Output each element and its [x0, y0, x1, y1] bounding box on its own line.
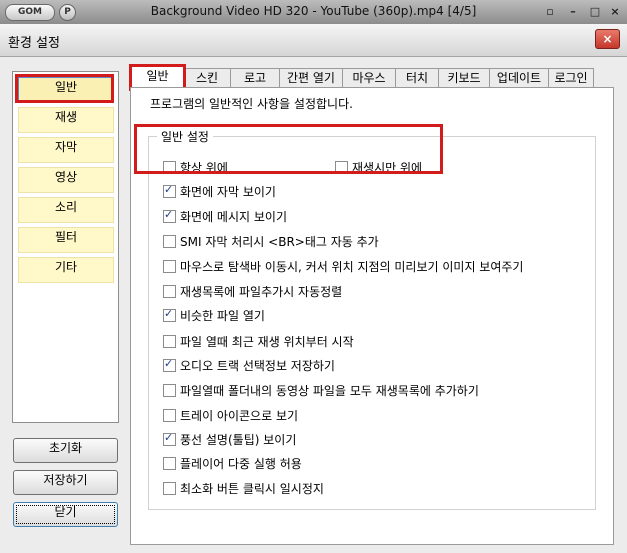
show-messages-checkbox[interactable]: [163, 208, 176, 223]
category-list: 일반 재생 자막 영상 소리 필터 기타: [12, 71, 119, 423]
option-pause-on-minimize[interactable]: 최소화 버튼 클릭시 일시정지: [163, 480, 324, 496]
category-item-playback[interactable]: 재생: [18, 107, 114, 133]
tab-update[interactable]: 업데이트: [489, 68, 549, 88]
option-label: 마우스로 탐색바 이동시, 커서 위치 지점의 미리보기 이미지 보여주기: [180, 260, 524, 274]
pause-on-minimize-checkbox[interactable]: [163, 482, 176, 495]
settings-dialog: 환경 설정 × 일반 재생 자막 영상 소리 필터 기타 초기화 저장하기 닫기…: [0, 24, 627, 553]
option-label: 트레이 아이콘으로 보기: [180, 409, 299, 423]
dialog-title-bar: 환경 설정 ×: [0, 24, 627, 57]
option-label: SMI 자막 처리시 <BR>태그 자동 추가: [180, 235, 379, 249]
show-tooltips-checkbox[interactable]: [163, 431, 176, 446]
show-subtitles-checkbox[interactable]: [163, 183, 176, 198]
option-label: 비슷한 파일 열기: [180, 309, 265, 323]
option-label: 파일열때 폴더내의 동영상 파일을 모두 재생목록에 추가하기: [180, 384, 479, 398]
minimize-icon[interactable]: –: [565, 5, 581, 18]
dialog-close-button[interactable]: ×: [595, 29, 620, 49]
option-label: 플레이어 다중 실행 허용: [180, 457, 302, 471]
option-highlight-box: [134, 124, 443, 174]
dialog-title: 환경 설정: [8, 36, 60, 51]
player-window-title: Background Video HD 320 - YouTube (360p)…: [150, 4, 477, 18]
option-label: 화면에 메시지 보이기: [180, 210, 287, 224]
option-smi-br-tag[interactable]: SMI 자막 처리시 <BR>태그 자동 추가: [163, 233, 379, 249]
resume-playback-checkbox[interactable]: [163, 335, 176, 348]
tab-logo[interactable]: 로고: [230, 68, 280, 88]
option-auto-sort-playlist[interactable]: 재생목록에 파일추가시 자동정렬: [163, 283, 342, 299]
option-resume-playback[interactable]: 파일 열때 최근 재생 위치부터 시작: [163, 333, 354, 349]
reset-button[interactable]: 초기화: [13, 438, 118, 463]
tab-keyboard[interactable]: 키보드: [438, 68, 490, 88]
option-label: 풍선 설명(툴팁) 보이기: [180, 433, 297, 447]
category-item-video[interactable]: 영상: [18, 167, 114, 193]
option-show-tooltips[interactable]: 풍선 설명(툴팁) 보이기: [163, 431, 296, 447]
option-save-audio-track[interactable]: 오디오 트랙 선택정보 저장하기: [163, 357, 335, 373]
tab-skin[interactable]: 스킨: [183, 68, 231, 88]
tray-icon-checkbox[interactable]: [163, 409, 176, 422]
open-similar-files-checkbox[interactable]: [163, 307, 176, 322]
close-button[interactable]: 닫기: [13, 502, 118, 527]
auto-sort-playlist-checkbox[interactable]: [163, 285, 176, 298]
option-label: 오디오 트랙 선택정보 저장하기: [180, 359, 335, 373]
option-show-subtitles[interactable]: 화면에 자막 보이기: [163, 183, 276, 199]
tab-quick-open[interactable]: 간편 열기: [279, 68, 343, 88]
panel-description: 프로그램의 일반적인 사항을 설정합니다.: [150, 97, 353, 111]
tab-mouse[interactable]: 마우스: [342, 68, 396, 88]
option-label: 화면에 자막 보이기: [180, 185, 276, 199]
smi-br-tag-checkbox[interactable]: [163, 235, 176, 248]
category-item-filter[interactable]: 필터: [18, 227, 114, 253]
option-multiple-instances[interactable]: 플레이어 다중 실행 허용: [163, 455, 302, 471]
add-folder-files-checkbox[interactable]: [163, 384, 176, 397]
maximize-icon[interactable]: □: [587, 5, 603, 18]
dialog-body: 일반 재생 자막 영상 소리 필터 기타 초기화 저장하기 닫기 일반 스킨 로…: [0, 57, 627, 553]
player-close-icon[interactable]: ×: [607, 5, 623, 18]
option-label: 재생목록에 파일추가시 자동정렬: [180, 285, 343, 299]
option-open-similar-files[interactable]: 비슷한 파일 열기: [163, 307, 265, 323]
category-item-etc[interactable]: 기타: [18, 257, 114, 283]
tab-touch[interactable]: 터치: [395, 68, 439, 88]
option-label: 최소화 버튼 클릭시 일시정지: [180, 482, 324, 496]
option-label: 파일 열때 최근 재생 위치부터 시작: [180, 335, 354, 349]
category-highlight-box: [15, 74, 114, 103]
save-audio-track-checkbox[interactable]: [163, 357, 176, 372]
category-item-audio[interactable]: 소리: [18, 197, 114, 223]
save-button[interactable]: 저장하기: [13, 470, 118, 495]
option-tray-icon[interactable]: 트레이 아이콘으로 보기: [163, 407, 298, 423]
pin-icon[interactable]: ▫: [542, 5, 558, 18]
option-seek-preview[interactable]: 마우스로 탐색바 이동시, 커서 위치 지점의 미리보기 이미지 보여주기: [163, 258, 523, 274]
option-add-folder-files[interactable]: 파일열때 폴더내의 동영상 파일을 모두 재생목록에 추가하기: [163, 382, 479, 398]
option-show-messages[interactable]: 화면에 메시지 보이기: [163, 208, 287, 224]
tab-login[interactable]: 로그인: [548, 68, 594, 88]
multiple-instances-checkbox[interactable]: [163, 457, 176, 470]
player-title-bar: GOM P Background Video HD 320 - YouTube …: [0, 0, 627, 25]
seek-preview-checkbox[interactable]: [163, 260, 176, 273]
category-item-subtitle[interactable]: 자막: [18, 137, 114, 163]
